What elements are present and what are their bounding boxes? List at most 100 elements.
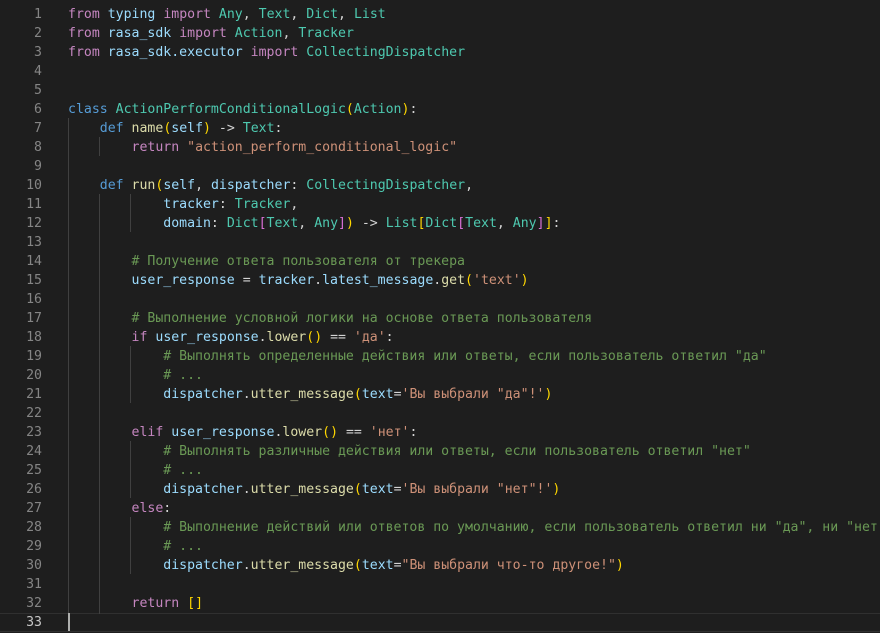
line-number: 8	[34, 140, 42, 155]
code-line[interactable]: 26 dispatcher.utter_message(text='Вы выб…	[0, 480, 880, 499]
code-line[interactable]: 25 # ...	[0, 461, 880, 480]
code-line[interactable]: 21 dispatcher.utter_message(text='Вы выб…	[0, 385, 880, 404]
code-token: :	[210, 216, 227, 231]
code-text: # ...	[68, 461, 203, 480]
code-token: from	[68, 26, 100, 41]
code-line[interactable]: 22	[0, 404, 880, 423]
code-token: # ...	[163, 368, 203, 383]
code-line[interactable]: 28 # Выполнение действий или ответов по …	[0, 518, 880, 537]
indent-guide	[130, 194, 131, 232]
code-line[interactable]: 9	[0, 157, 880, 176]
code-line[interactable]: 16	[0, 290, 880, 309]
code-token: import	[250, 45, 299, 60]
code-line[interactable]: 19 # Выполнять определенные действия или…	[0, 347, 880, 366]
code-text: domain: Dict[Text, Any]) -> List[Dict[Te…	[68, 214, 560, 233]
line-number: 12	[26, 216, 42, 231]
code-token: ,	[496, 216, 513, 231]
code-line[interactable]: 5	[0, 81, 880, 100]
code-line[interactable]: 23 elif user_response.lower() == 'нет':	[0, 423, 880, 442]
code-token: ()	[322, 425, 339, 440]
line-number: 11	[26, 197, 42, 212]
code-line[interactable]: 29 # ...	[0, 537, 880, 556]
code-token: )	[544, 387, 553, 402]
code-text: dispatcher.utter_message(text='Вы выбрал…	[68, 480, 560, 499]
code-line[interactable]: 3 from rasa_sdk.executor import Collectin…	[0, 43, 880, 62]
code-token: ->	[210, 121, 243, 136]
code-token: ()	[306, 330, 323, 345]
code-line[interactable]: 10 def run(self, dispatcher: CollectingD…	[0, 176, 880, 195]
code-token: :	[290, 178, 307, 193]
code-text: from typing import Any, Text, Dict, List	[68, 5, 386, 24]
code-token: # ...	[163, 463, 203, 478]
code-line[interactable]: 7 def name(self) -> Text:	[0, 119, 880, 138]
code-token: 'да'	[353, 330, 386, 345]
code-token: :	[218, 197, 235, 212]
code-token: .	[242, 558, 251, 573]
code-line[interactable]: 14 # Получение ответа пользователя от тр…	[0, 252, 880, 271]
code-token: lower	[282, 425, 323, 440]
code-token: :	[409, 425, 418, 440]
code-token: Any	[314, 216, 339, 231]
line-number: 17	[26, 311, 42, 326]
code-line[interactable]: 17 # Выполнение условной логики на основ…	[0, 309, 880, 328]
code-token: Text	[258, 7, 291, 22]
code-text: # Выполнять различные действия или ответ…	[68, 442, 751, 461]
code-line[interactable]: 12 domain: Dict[Text, Any]) -> List[Dict…	[0, 214, 880, 233]
code-token: )	[203, 121, 211, 136]
code-line[interactable]: 15 user_response = tracker.latest_messag…	[0, 271, 880, 290]
code-token: )	[345, 216, 354, 231]
indent-guide	[130, 346, 131, 403]
code-token: "Вы выбрали что-то другое!"	[401, 558, 616, 573]
code-token: ,	[298, 216, 315, 231]
code-token: :	[274, 121, 283, 136]
code-token: dispatcher	[210, 178, 291, 193]
code-line[interactable]: 2 from rasa_sdk import Action, Tracker	[0, 24, 880, 43]
code-token: user_response	[155, 330, 259, 345]
code-token: ==	[322, 330, 354, 345]
line-number: 10	[26, 178, 42, 193]
code-line[interactable]: 11 tracker: Tracker,	[0, 195, 880, 214]
code-line[interactable]: 1 from typing import Any, Text, Dict, Lis…	[0, 5, 880, 24]
line-number: 25	[26, 463, 42, 478]
code-line[interactable]: 30 dispatcher.utter_message(text="Вы выб…	[0, 556, 880, 575]
code-token: Dict	[226, 216, 259, 231]
code-token: import	[163, 7, 211, 22]
line-number: 19	[26, 349, 42, 364]
code-token: dispatcher	[163, 387, 243, 402]
code-line[interactable]: 24 # Выполнять различные действия или от…	[0, 442, 880, 461]
code-token: Any	[512, 216, 537, 231]
code-line[interactable]: 6 class ActionPerformConditionalLogic(Act…	[0, 100, 880, 119]
code-line[interactable]: 33	[0, 613, 880, 632]
code-token: =	[393, 482, 402, 497]
code-text: if user_response.lower() == 'да':	[68, 328, 394, 347]
line-number: 24	[26, 444, 42, 459]
code-token: )	[615, 558, 624, 573]
code-line[interactable]: 18 if user_response.lower() == 'да':	[0, 328, 880, 347]
indent-guide	[130, 517, 131, 574]
code-line[interactable]: 8 return "action_perform_conditional_log…	[0, 138, 880, 157]
code-token: return	[131, 140, 180, 155]
code-editor[interactable]: 1 from typing import Any, Text, Dict, Lis…	[0, 0, 880, 633]
code-token: ]	[544, 216, 553, 231]
code-line[interactable]: 13	[0, 233, 880, 252]
code-token: class	[68, 102, 108, 117]
line-number: 28	[26, 520, 42, 535]
code-line[interactable]: 20 # ...	[0, 366, 880, 385]
code-token: (	[353, 482, 362, 497]
code-token: rasa_sdk.executor	[107, 45, 243, 60]
code-line[interactable]: 32 return []	[0, 594, 880, 613]
code-token: :	[552, 216, 561, 231]
code-token: Dict	[306, 7, 339, 22]
indent-guide	[130, 441, 131, 498]
code-token: CollectingDispatcher	[306, 45, 466, 60]
code-token: ,	[290, 7, 307, 22]
code-line[interactable]: 4	[0, 62, 880, 81]
code-line[interactable]: 31	[0, 575, 880, 594]
code-line[interactable]: 27 else:	[0, 499, 880, 518]
